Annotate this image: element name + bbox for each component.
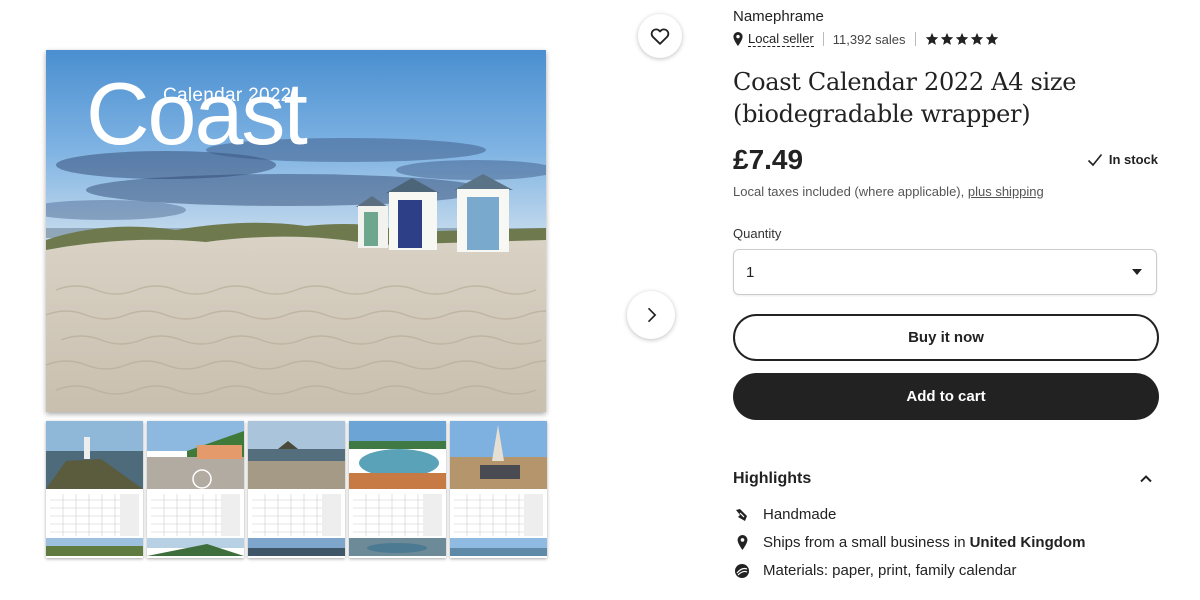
tax-note-text: Local taxes included (where applicable), (733, 184, 968, 199)
thumbnail-photo (349, 421, 446, 489)
calendar-grid (50, 494, 139, 536)
calendar-title: Coast (86, 64, 308, 163)
chevron-up-icon (1140, 475, 1152, 483)
thumbnail-photo (147, 421, 244, 489)
thumbnail-photo (46, 421, 143, 489)
quantity-label: Quantity (733, 226, 782, 241)
stock-label: In stock (1108, 152, 1158, 167)
next-image-button[interactable] (627, 291, 675, 339)
materials-icon (733, 563, 751, 579)
star-icon (985, 32, 998, 45)
thumbnail-5[interactable] (450, 421, 547, 558)
thumbnail-strip-photo (450, 538, 547, 556)
thumbnail-2[interactable] (147, 421, 244, 558)
handmade-icon (733, 507, 751, 523)
map-pin-icon (733, 32, 743, 46)
sales-count: 11,392 sales (832, 31, 906, 47)
highlights-toggle[interactable]: Highlights (733, 460, 1159, 498)
tax-note: Local taxes included (where applicable),… (733, 184, 1044, 199)
chevron-right-icon (647, 307, 657, 323)
shop-meta: Local seller 11,392 sales (733, 31, 999, 47)
shop-name[interactable]: Namephrame (733, 8, 824, 25)
thumbnail-strip-photo (248, 538, 345, 556)
highlight-text: Ships from a small business in (763, 534, 966, 551)
calendar-grid (353, 494, 442, 536)
buy-now-button[interactable]: Buy it now (733, 314, 1159, 361)
star-icon (925, 32, 938, 45)
star-icon (970, 32, 983, 45)
thumbnail-strip-photo (349, 538, 446, 556)
highlight-handmade: Handmade (733, 506, 836, 523)
stock-status: In stock (1087, 152, 1158, 167)
calendar-grid (252, 494, 341, 536)
thumbnail-4[interactable] (349, 421, 446, 558)
thumbnail-photo (248, 421, 345, 489)
thumbnail-3[interactable] (248, 421, 345, 558)
star-icon (955, 32, 968, 45)
highlight-ships-from: Ships from a small business in United Ki… (733, 534, 1085, 551)
heart-icon (650, 28, 670, 45)
price: £7.49 (733, 144, 804, 175)
local-seller-link[interactable]: Local seller (748, 31, 814, 47)
main-product-image[interactable]: Calendar 2022 Coast (46, 50, 546, 412)
thumbnail-strip (46, 421, 548, 559)
thumbnail-strip-photo (147, 538, 244, 556)
calendar-grid (454, 494, 543, 536)
highlight-text: Materials: paper, print, family calendar (763, 562, 1017, 579)
shipping-link[interactable]: plus shipping (968, 184, 1044, 199)
product-title: Coast Calendar 2022 A4 size (biodegradab… (733, 68, 1077, 128)
highlight-materials: Materials: paper, print, family calendar (733, 562, 1016, 579)
star-icon (940, 32, 953, 45)
quantity-value: 1 (746, 263, 755, 281)
add-to-cart-button[interactable]: Add to cart (733, 373, 1159, 420)
ships-country: United Kingdom (969, 534, 1086, 551)
quantity-select[interactable]: 1 (733, 249, 1157, 295)
calendar-grid (151, 494, 240, 536)
location-pin-icon (733, 535, 751, 550)
checkmark-icon (1087, 153, 1102, 166)
divider (914, 32, 916, 46)
divider (822, 32, 824, 46)
highlights-title: Highlights (733, 470, 812, 487)
highlight-text: Handmade (763, 506, 837, 523)
thumbnail-1[interactable] (46, 421, 143, 558)
rating-stars[interactable] (925, 32, 999, 46)
caret-down-icon (1132, 269, 1142, 275)
thumbnail-photo (450, 421, 547, 489)
favorite-button[interactable] (638, 14, 682, 58)
thumbnail-strip-photo (46, 538, 143, 556)
